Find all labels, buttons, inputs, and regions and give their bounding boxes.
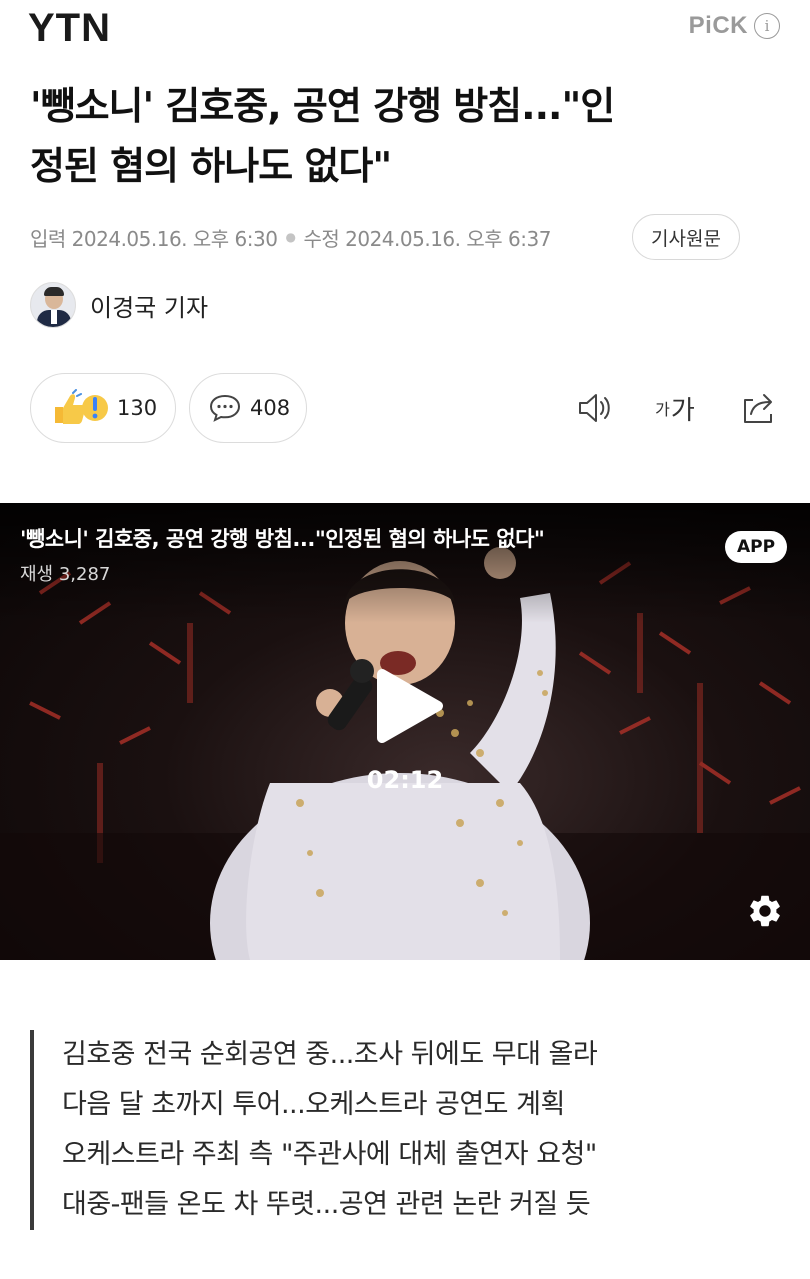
pick-badge[interactable]: PiCK i: [689, 12, 780, 40]
comment-button[interactable]: 408: [189, 373, 307, 443]
article-summary: 김호중 전국 순회공연 중...조사 뒤에도 무대 올라 다음 달 초까지 투어…: [30, 1030, 780, 1230]
settings-gear-icon[interactable]: [746, 892, 784, 930]
comment-icon: [209, 394, 241, 422]
share-button[interactable]: [736, 387, 780, 429]
video-top-gradient: [0, 503, 810, 623]
reaction-emoji-icon: [51, 389, 109, 427]
header: YTN PiCK i: [0, 0, 810, 60]
meta-separator: ●: [285, 230, 296, 244]
article-meta: 입력 2024.05.16. 오후 6:30 ● 수정 2024.05.16. …: [30, 216, 551, 258]
modified-label: 수정: [303, 226, 340, 251]
reporter[interactable]: 이경국 기자: [30, 282, 208, 328]
published-label: 입력: [30, 226, 66, 251]
ytn-logo[interactable]: YTN: [28, 6, 111, 51]
video-duration: 02:12: [366, 766, 444, 794]
modified-date: 2024.05.16. 오후 6:37: [345, 226, 551, 251]
summary-line: 다음 달 초까지 투어...오케스트라 공연도 계획: [62, 1089, 565, 1120]
reporter-name[interactable]: 이경국 기자: [90, 288, 208, 323]
font-size-small: 가: [655, 400, 670, 419]
share-icon: [744, 394, 772, 423]
font-size-large: 가: [670, 395, 695, 426]
summary-line: 오케스트라 주최 측 "주관사에 대체 출연자 요청": [62, 1139, 597, 1170]
summary-line: 김호중 전국 순회공연 중...조사 뒤에도 무대 올라: [62, 1039, 598, 1070]
video-title: '뺑소니' 김호중, 공연 강행 방침..."인정된 혐의 하나도 없다": [20, 527, 545, 551]
headline-line-1: '뺑소니' 김호중, 공연 강행 방침..."인: [30, 84, 615, 128]
summary-line: 대중-팬들 온도 차 뚜렷...공연 관련 논란 커질 듯: [62, 1189, 591, 1220]
listen-button[interactable]: [575, 387, 615, 429]
comment-count: 408: [250, 396, 291, 420]
article-headline: '뺑소니' 김호중, 공연 강행 방침..."인 정된 혐의 하나도 없다": [30, 76, 780, 196]
speaker-icon: [579, 394, 610, 422]
reaction-count: 130: [117, 396, 158, 420]
original-article-button[interactable]: 기사원문: [632, 214, 740, 260]
headline-line-2: 정된 혐의 하나도 없다": [30, 144, 392, 188]
article-actions: 130 408 가가: [30, 373, 780, 443]
app-button[interactable]: APP: [725, 531, 787, 563]
info-icon[interactable]: i: [754, 13, 780, 39]
published-date: 2024.05.16. 오후 6:30: [71, 226, 278, 251]
play-icon[interactable]: [374, 666, 446, 746]
reporter-avatar[interactable]: [30, 282, 76, 328]
reaction-button[interactable]: 130: [30, 373, 176, 443]
video-views: 재생 3,287: [20, 564, 111, 585]
font-size-button[interactable]: 가가: [650, 387, 700, 429]
pick-label: PiCK: [688, 12, 748, 39]
